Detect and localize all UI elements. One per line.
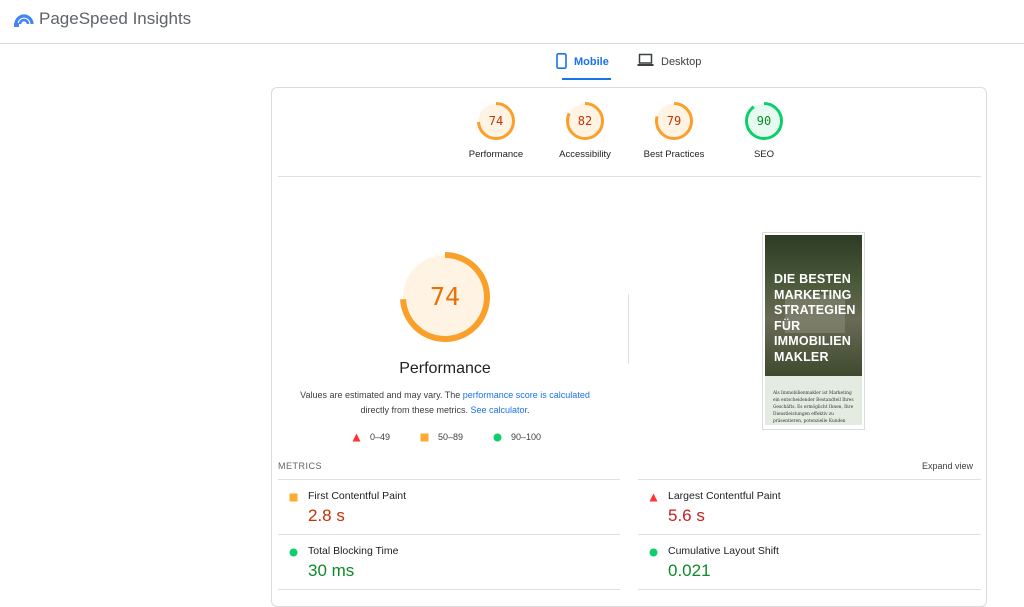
category-scores: 74 Performance 82 Accessibility 79 Best … — [272, 88, 988, 176]
legend-pass: 90–100 — [493, 432, 541, 442]
performance-title: Performance — [399, 360, 491, 377]
performance-note: Values are estimated and may vary. The p… — [292, 388, 598, 418]
triangle-icon — [352, 433, 361, 441]
metrics-divider — [278, 534, 620, 535]
metric-value: 5.6 s — [668, 506, 705, 525]
score-label: SEO — [753, 149, 775, 160]
metrics-divider — [638, 479, 981, 480]
metrics-divider — [638, 589, 981, 590]
metric-value: 2.8 s — [308, 506, 345, 525]
score-calculated-link[interactable]: performance score is calculated — [463, 390, 590, 400]
score-gauge: 90 — [745, 102, 783, 140]
score-value: 90 — [756, 114, 772, 128]
screenshot-heading: DIE BESTEN MARKETINGSTRATEGIEN FÜR IMMOB… — [774, 272, 856, 364]
see-calculator-link[interactable]: See calculator — [470, 405, 527, 415]
score-accessibility[interactable]: 82 Accessibility — [535, 102, 635, 160]
score-value: 74 — [488, 114, 504, 128]
metric-name: Largest Contentful Paint — [668, 490, 781, 502]
metrics-header: METRICS — [278, 461, 322, 471]
score-seo[interactable]: 90 SEO — [714, 102, 814, 160]
score-label: Accessibility — [559, 149, 611, 160]
metrics-divider — [278, 479, 620, 480]
screenshot-hero: DIE BESTEN MARKETINGSTRATEGIEN FÜR IMMOB… — [765, 235, 862, 376]
note-text: directly from these metrics. — [360, 405, 471, 415]
triangle-icon — [649, 493, 658, 502]
scores-divider — [278, 176, 981, 177]
note-text: . — [527, 405, 530, 415]
legend-average: 50–89 — [420, 432, 463, 442]
circle-icon — [289, 548, 298, 557]
score-gauge: 74 — [477, 102, 515, 140]
metric-name: First Contentful Paint — [308, 490, 407, 502]
legend-range: 90–100 — [511, 432, 542, 442]
score-performance[interactable]: 74 Performance — [446, 102, 546, 160]
pagespeed-logo-icon[interactable] — [14, 9, 34, 27]
legend-fail: 0–49 — [352, 432, 390, 442]
metric-value: 30 ms — [308, 561, 355, 580]
score-value: 79 — [666, 114, 682, 128]
score-gauge: 79 — [655, 102, 693, 140]
metric-value: 0.021 — [668, 561, 711, 580]
performance-gauge: 74 — [400, 252, 490, 342]
phone-icon — [556, 53, 567, 69]
tab-desktop[interactable]: Desktop — [637, 50, 701, 80]
tab-mobile-label: Mobile — [574, 56, 609, 68]
square-icon — [289, 493, 298, 502]
laptop-icon — [637, 53, 654, 66]
page-screenshot[interactable]: DIE BESTEN MARKETINGSTRATEGIEN FÜR IMMOB… — [762, 232, 865, 430]
expand-view-button[interactable]: Expand view — [922, 461, 973, 471]
circle-icon — [649, 548, 658, 557]
top-bar: PageSpeed Insights — [0, 0, 1024, 44]
score-best-practices[interactable]: 79 Best Practices — [624, 102, 724, 160]
note-text: Values are estimated and may vary. The — [300, 390, 463, 400]
legend-range: 50–89 — [438, 432, 464, 442]
brand-title[interactable]: PageSpeed Insights — [39, 9, 191, 29]
performance-score: 74 — [429, 282, 461, 311]
score-value: 82 — [577, 114, 593, 128]
metric-name: Cumulative Layout Shift — [668, 545, 779, 557]
score-gauge: 82 — [566, 102, 604, 140]
square-icon — [420, 433, 429, 441]
vertical-divider — [628, 294, 629, 364]
metric-name: Total Blocking Time — [308, 545, 399, 557]
metrics-divider — [278, 589, 620, 590]
tab-desktop-label: Desktop — [661, 56, 702, 68]
score-label: Best Practices — [643, 149, 705, 160]
metrics-divider — [638, 534, 981, 535]
tab-mobile[interactable]: Mobile — [556, 50, 611, 80]
circle-icon — [493, 433, 502, 441]
legend-range: 0–49 — [370, 432, 391, 442]
score-label: Performance — [468, 149, 524, 160]
report-card: 74 Performance 82 Accessibility 79 Best … — [271, 87, 987, 607]
screenshot-body: Als Immobilienmakler ist Marketing ein e… — [765, 376, 862, 425]
